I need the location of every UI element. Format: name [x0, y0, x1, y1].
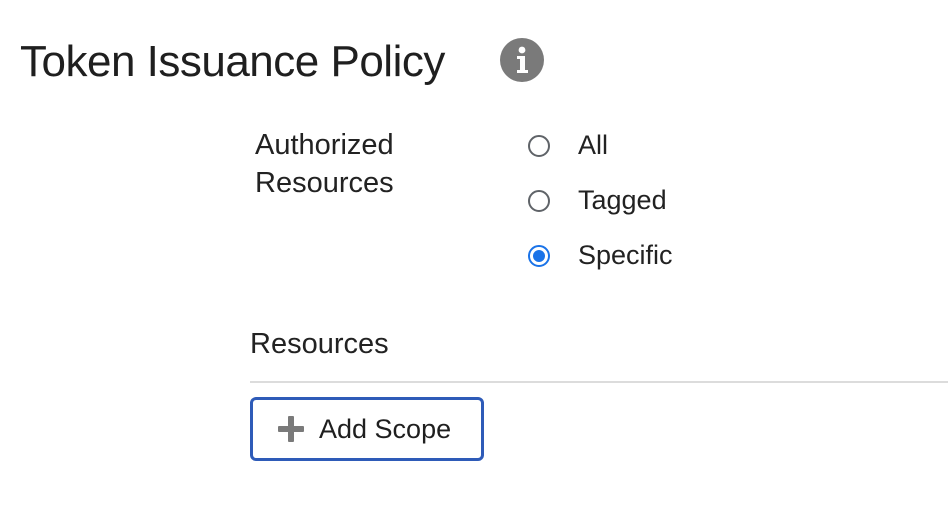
section-divider — [250, 381, 948, 383]
radio-tagged[interactable] — [528, 189, 550, 212]
plus-icon — [277, 415, 305, 443]
radio-option-tagged[interactable]: Tagged — [528, 173, 673, 228]
resources-section-title: Resources — [250, 328, 389, 360]
add-scope-button[interactable]: Add Scope — [250, 397, 484, 461]
authorized-resources-radio-group: All Tagged Specific — [528, 118, 673, 283]
info-icon[interactable] — [500, 38, 544, 82]
token-issuance-policy-page: Token Issuance Policy Authorized Resourc… — [0, 0, 948, 516]
radio-label-tagged: Tagged — [578, 185, 667, 215]
radio-option-specific[interactable]: Specific — [528, 228, 673, 283]
radio-label-all: All — [578, 130, 609, 160]
radio-specific[interactable] — [528, 244, 550, 267]
radio-all[interactable] — [528, 134, 550, 157]
radio-option-all[interactable]: All — [528, 118, 673, 173]
radio-label-specific: Specific — [578, 240, 673, 270]
add-scope-label: Add Scope — [319, 413, 452, 444]
page-title: Token Issuance Policy — [20, 37, 445, 86]
authorized-resources-label: Authorized Resources — [255, 129, 394, 199]
